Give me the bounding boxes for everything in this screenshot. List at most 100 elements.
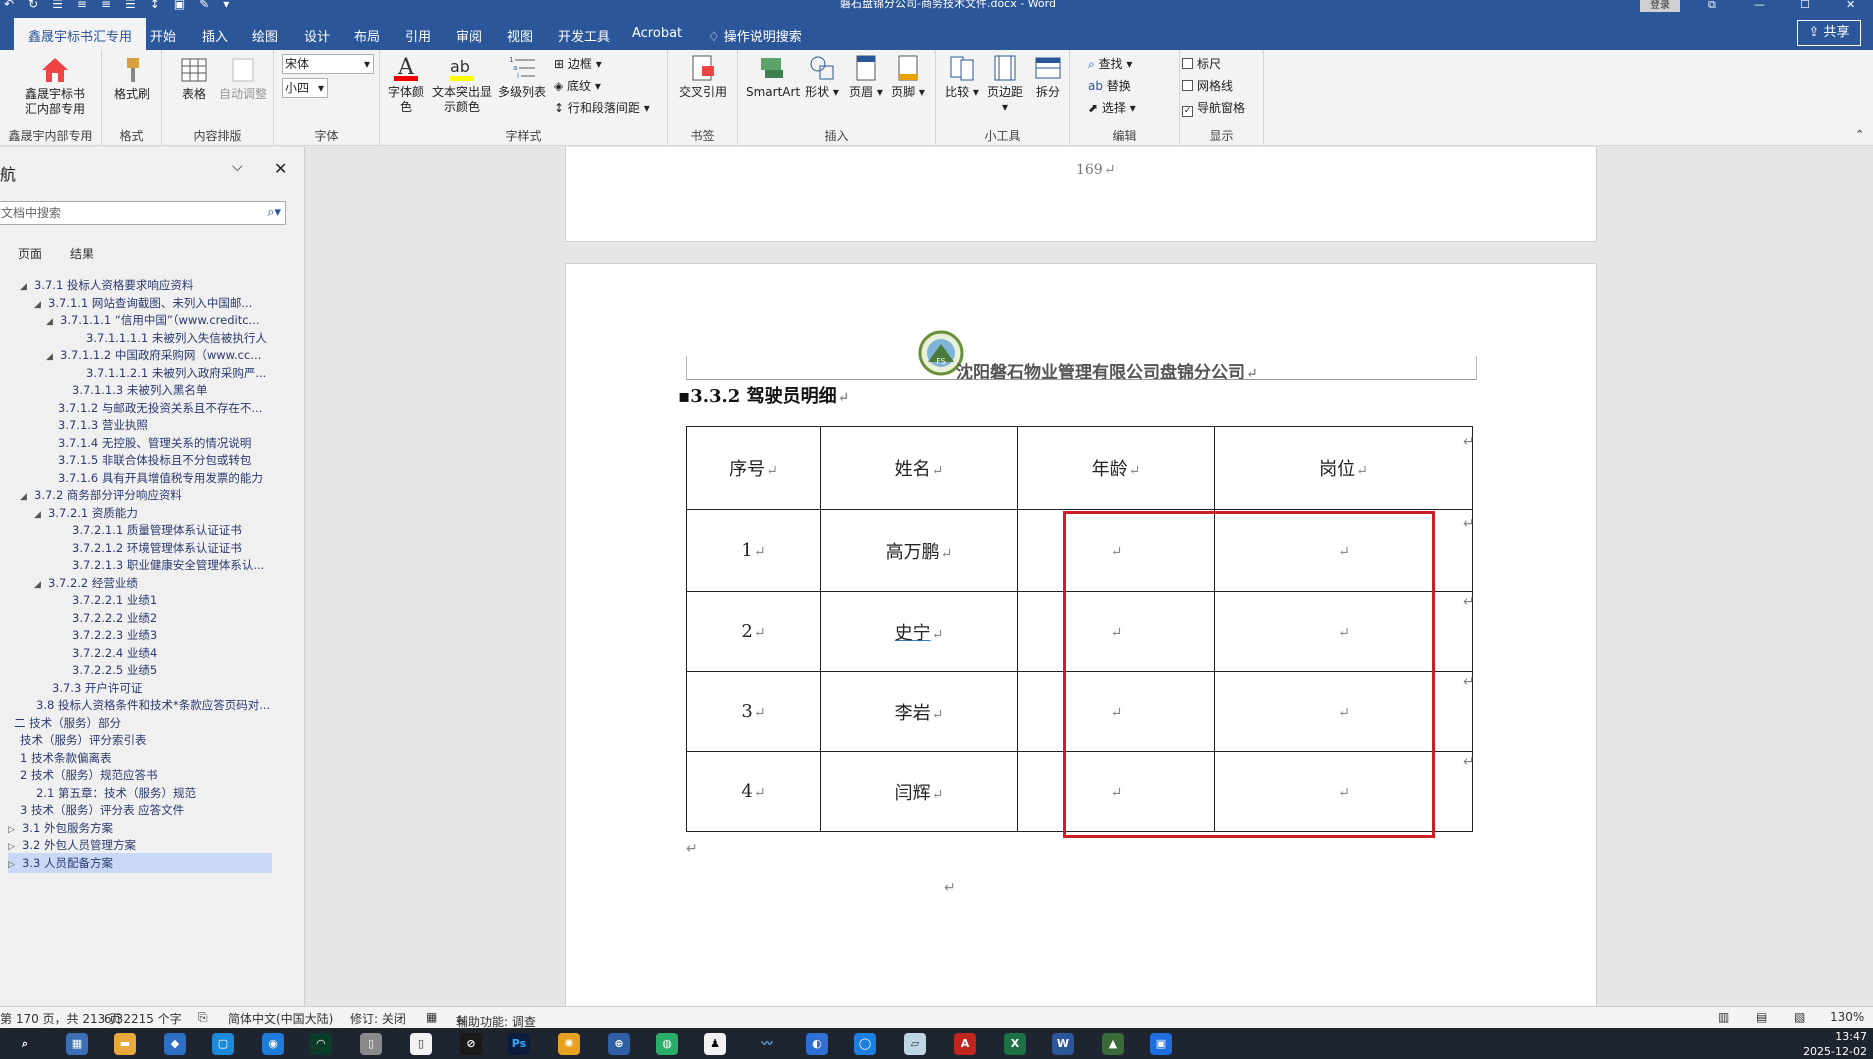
clock[interactable]: 13:47 2025-12-02 [1803, 1029, 1867, 1059]
font-color-button[interactable]: A 字体颜色 [386, 54, 426, 115]
table-cell[interactable]: 1↵ [686, 509, 821, 592]
login-button[interactable]: 登录 [1640, 0, 1680, 12]
search-icon[interactable]: ⌕ [14, 1033, 36, 1055]
table-header-cell[interactable]: 年龄↵ [1017, 426, 1215, 510]
table-button[interactable]: 表格 [174, 56, 214, 102]
tab-insert[interactable]: 插入 [202, 26, 228, 45]
browser-icon[interactable]: ◉ [262, 1033, 284, 1055]
autofit-button[interactable]: 自动调整 [218, 56, 268, 102]
gridlines-checkbox[interactable]: 网格线 [1182, 78, 1233, 94]
app-icon[interactable]: ✺ [558, 1033, 580, 1055]
macro-icon[interactable]: ▦ [426, 1010, 437, 1024]
acrobat-icon[interactable]: A [954, 1033, 976, 1055]
shading-button[interactable]: ◈ 底纹 ▾ [554, 78, 601, 94]
table-cell[interactable]: 李岩↵ [820, 671, 1018, 752]
header-button[interactable]: 页眉 ▾ [846, 54, 886, 100]
table-cell[interactable]: 高万鹏↵ [820, 509, 1018, 592]
track-changes[interactable]: 修订: 关闭 [350, 1010, 406, 1027]
excel-icon[interactable]: X [1004, 1033, 1026, 1055]
redo-icon[interactable]: ↻ [28, 0, 38, 11]
app-icon[interactable]: ⊕ [608, 1033, 630, 1055]
expand-icon[interactable]: ▷ [8, 855, 22, 875]
footer-button[interactable]: 页脚 ▾ [888, 54, 928, 100]
undo-icon[interactable]: ↶ [4, 0, 14, 11]
collapse-icon[interactable]: ◢ [20, 277, 34, 297]
zoom-level[interactable]: 130% [1830, 1010, 1864, 1024]
tab-acrobat[interactable]: Acrobat [632, 26, 682, 41]
font-name-combo[interactable]: 宋体 ▾ [282, 54, 374, 74]
justify-icon[interactable]: ☰ [125, 0, 136, 11]
maximize-icon[interactable]: ☐ [1800, 0, 1810, 11]
line-spacing-icon[interactable]: ↕ [150, 0, 160, 11]
collapse-icon[interactable]: ◢ [20, 487, 34, 507]
tab-layout[interactable]: 布局 [354, 26, 380, 45]
tab-references[interactable]: 引用 [405, 26, 431, 45]
split-button[interactable]: 拆分 [1030, 54, 1066, 100]
file-explorer-icon[interactable]: ▬ [114, 1033, 136, 1055]
format-painter-qa-icon[interactable]: ✎ [199, 0, 209, 11]
tab-developer[interactable]: 开发工具 [558, 26, 610, 45]
multilevel-list-button[interactable]: 1ai 多级列表 [496, 54, 548, 100]
smartart-button[interactable]: SmartArt [746, 54, 800, 100]
cross-reference-button[interactable]: 交叉引用 [676, 54, 730, 100]
table-cell[interactable]: 2↵ [686, 591, 821, 672]
tab-design[interactable]: 设计 [304, 26, 330, 45]
collapse-icon[interactable]: ◢ [46, 312, 60, 332]
share-button[interactable]: ⇪ 共享 [1797, 20, 1861, 46]
table-cell[interactable]: 史宁↵ [820, 591, 1018, 672]
page-count[interactable]: 第 170 页，共 213 页 [0, 1010, 121, 1027]
close-icon[interactable]: ✕ [274, 159, 287, 178]
align-right-icon[interactable]: ≡ [101, 0, 111, 11]
calculator-icon[interactable]: ▦ [66, 1033, 88, 1055]
network-app-icon[interactable]: ◠ [310, 1033, 332, 1055]
table-cell[interactable]: 闫辉↵ [820, 751, 1018, 832]
qq-icon[interactable]: ♟ [704, 1033, 726, 1055]
collapse-icon[interactable]: ◢ [34, 505, 48, 525]
tab-pages[interactable]: 页面 [18, 245, 42, 262]
nav-pane-checkbox[interactable]: ✓ 导航窗格 [1182, 100, 1245, 117]
select-button[interactable]: ⬈ 选择 ▾ [1088, 100, 1136, 116]
tab-view[interactable]: 视图 [507, 26, 533, 45]
table-header-cell[interactable]: 姓名↵ [820, 426, 1018, 510]
tab-results[interactable]: 结果 [70, 245, 94, 262]
align-left-icon[interactable]: ☰ [52, 0, 63, 11]
collapse-icon[interactable]: ◢ [34, 575, 48, 595]
app-icon[interactable]: ◆ [164, 1033, 186, 1055]
app-icon[interactable]: ◯ [854, 1033, 876, 1055]
read-mode-icon[interactable]: ▥ [1718, 1010, 1729, 1024]
table-header-cell[interactable]: 岗位↵ [1214, 426, 1473, 510]
wechat-icon[interactable]: ◍ [656, 1033, 678, 1055]
close-window-icon[interactable]: ✕ [1846, 0, 1855, 11]
ribbon-display-icon[interactable]: ⧉ [1708, 0, 1716, 12]
customize-qa-icon[interactable]: ▾ [223, 0, 229, 11]
app-icon[interactable]: ▣ [1150, 1033, 1172, 1055]
compare-button[interactable]: 比较 ▾ [944, 54, 980, 100]
format-painter-button[interactable]: 格式刷 [110, 56, 154, 102]
spacing-button[interactable]: ↕ 行和段落间距 ▾ [554, 100, 650, 116]
nav-search-input[interactable]: 在文档中搜索 ⌕▾ [0, 201, 286, 225]
collapse-icon[interactable]: ◢ [46, 347, 60, 367]
table-cell[interactable]: 4↵ [686, 751, 821, 832]
section-heading[interactable]: ▪3.3.2 驾驶员明细↵ [678, 382, 849, 408]
minimize-icon[interactable]: — [1754, 0, 1765, 11]
chevron-down-icon[interactable]: ⌵ [232, 159, 243, 175]
table-header-cell[interactable]: 序号↵ [686, 426, 821, 510]
notepad-icon[interactable]: ▱ [904, 1033, 926, 1055]
tab-draw[interactable]: 绘图 [252, 26, 278, 45]
tab-xinshengyu[interactable]: 鑫晟宇标书汇专用 [14, 18, 147, 50]
shapes-button[interactable]: 形状 ▾ [802, 54, 842, 100]
margins-button[interactable]: 页边距 ▾ [984, 54, 1026, 115]
find-button[interactable]: ⌕ 查找 ▾ [1088, 56, 1132, 72]
ruler-checkbox[interactable]: 标尺 [1182, 56, 1221, 72]
trash-icon[interactable]: ▯ [360, 1033, 382, 1055]
print-layout-icon[interactable]: ▤ [1756, 1010, 1767, 1024]
language[interactable]: 简体中文(中国大陆) [228, 1010, 333, 1027]
align-center-icon[interactable]: ≡ [77, 0, 87, 11]
collapse-ribbon-icon[interactable]: ⌃ [1855, 128, 1864, 141]
app-icon[interactable]: ▲ [1102, 1033, 1124, 1055]
highlight-button[interactable]: ab 文本突出显示颜色 [430, 54, 494, 115]
nav-heading-item[interactable]: ▷ 3.3 人员配备方案 [8, 852, 272, 875]
word-count[interactable]: 6/32215 个字 [104, 1010, 182, 1027]
border-button[interactable]: ⊞ 边框 ▾ [554, 56, 602, 72]
photoshop-icon[interactable]: Ps [508, 1033, 530, 1055]
